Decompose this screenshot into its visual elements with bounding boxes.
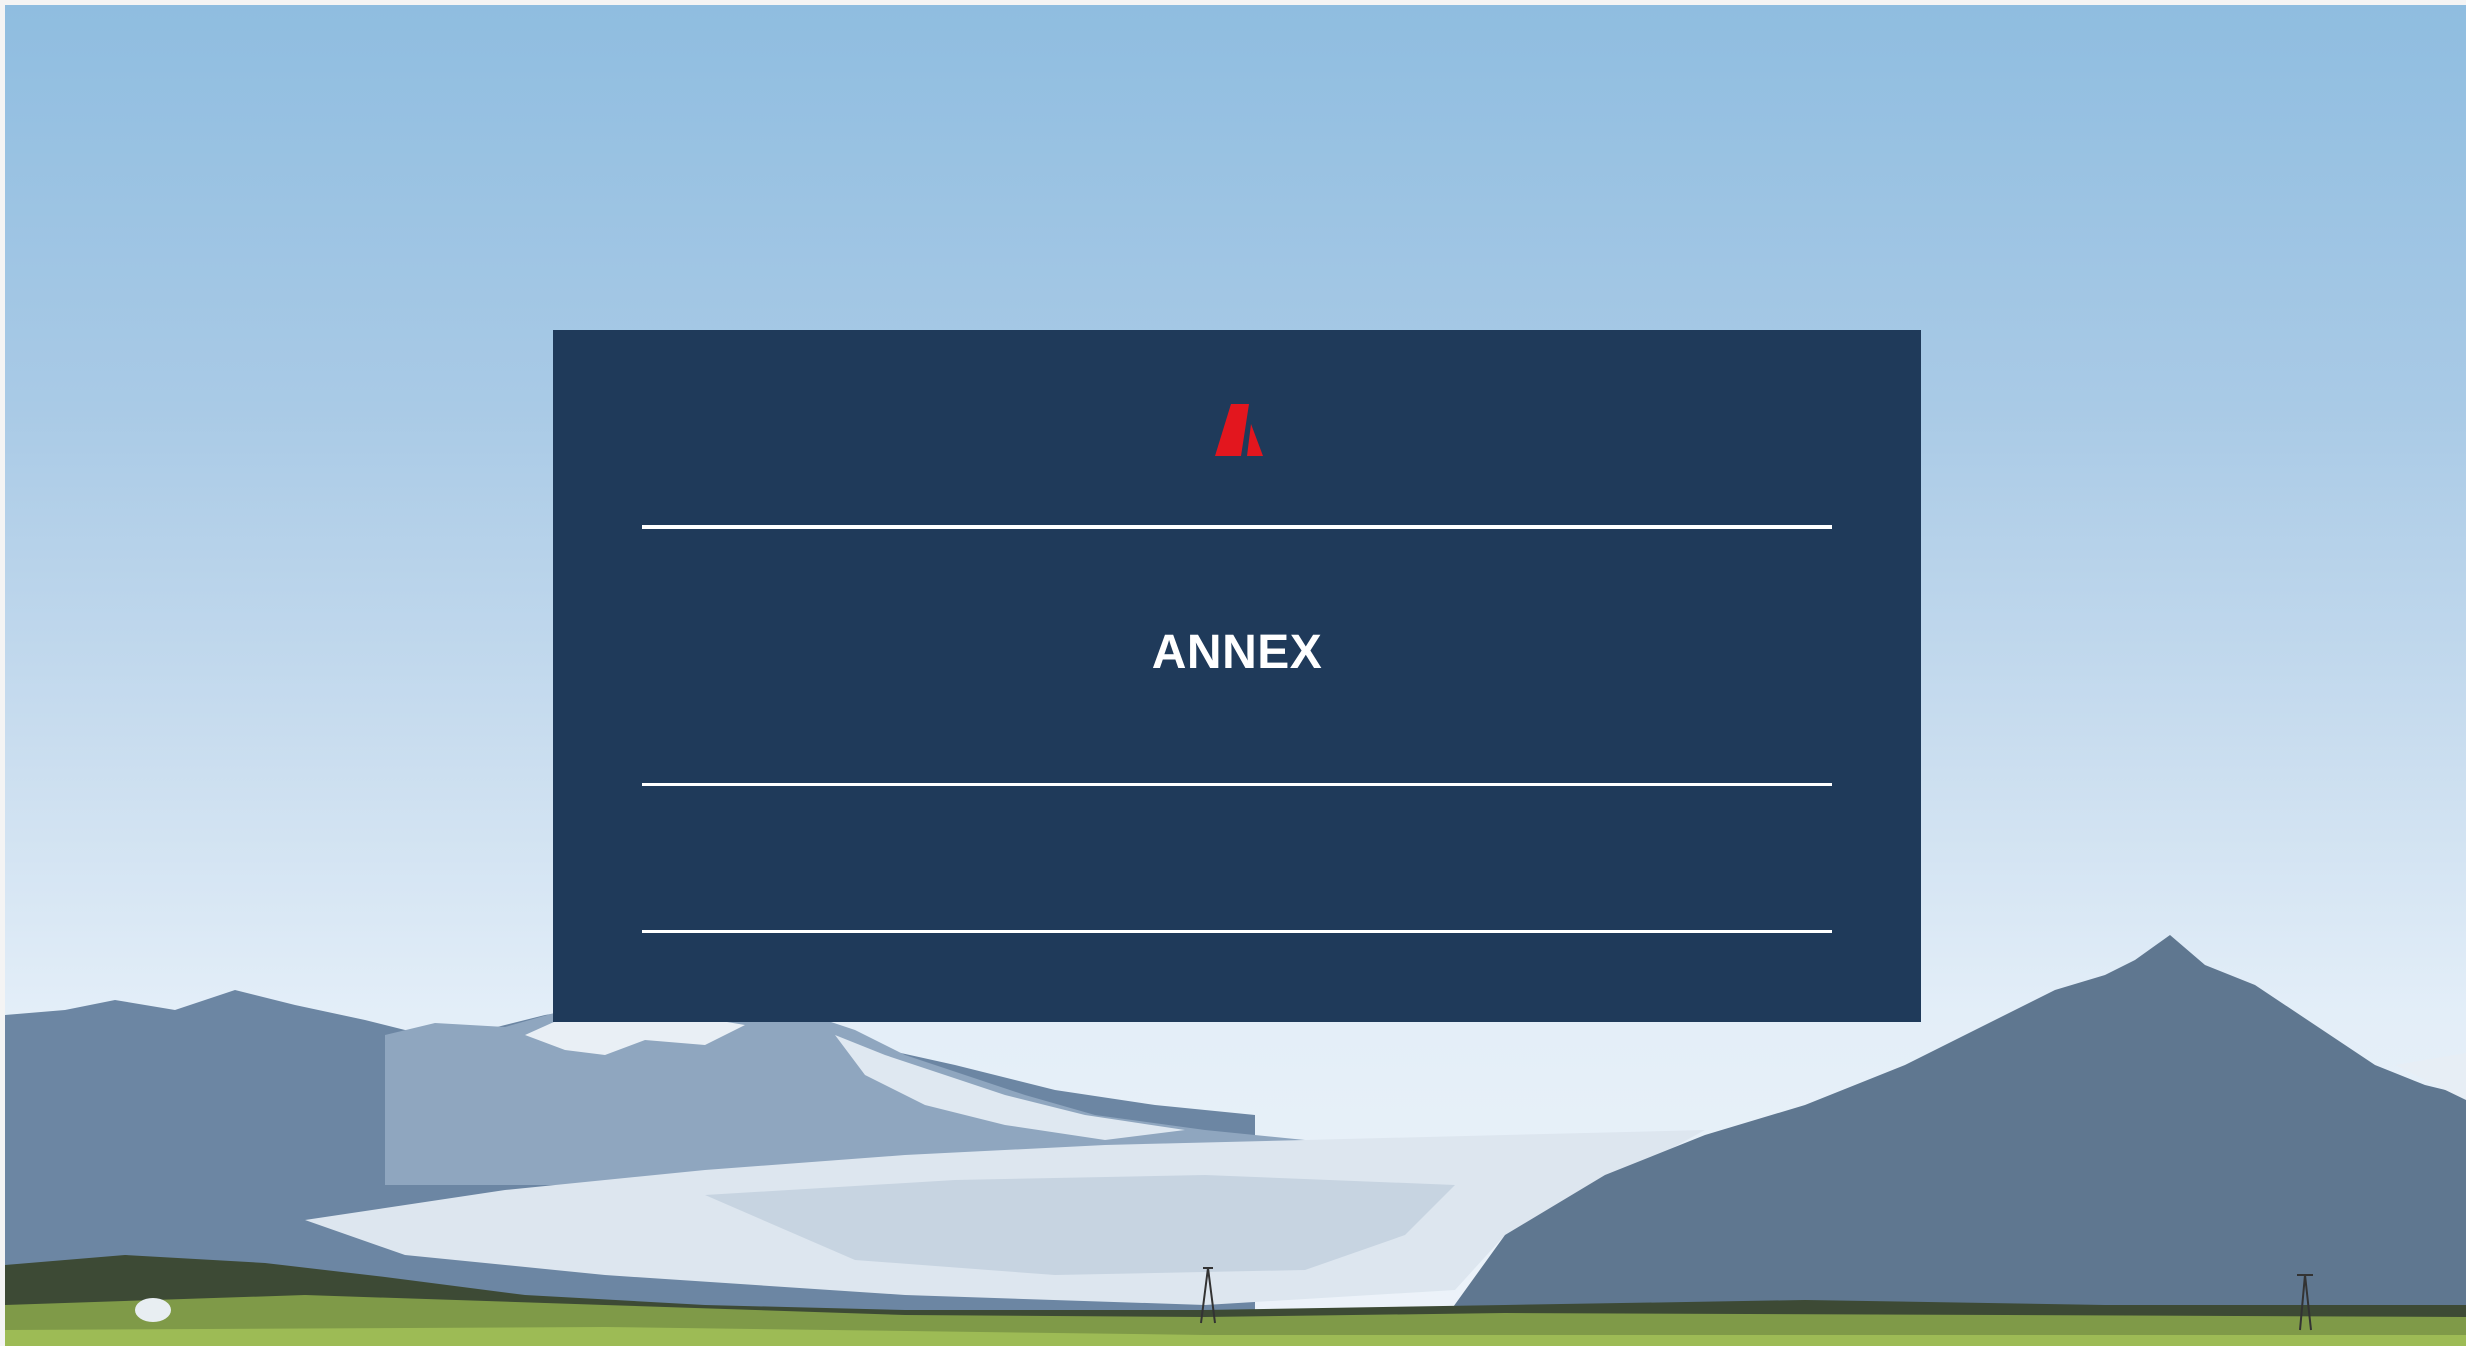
slide-title: ANNEX [1151,626,1323,679]
top-divider [642,525,1832,529]
bottom-divider [642,930,1832,933]
title-card: ANNEX [553,330,1921,1022]
red-slanted-a-mark-icon [1215,404,1263,456]
middle-divider [642,783,1832,786]
